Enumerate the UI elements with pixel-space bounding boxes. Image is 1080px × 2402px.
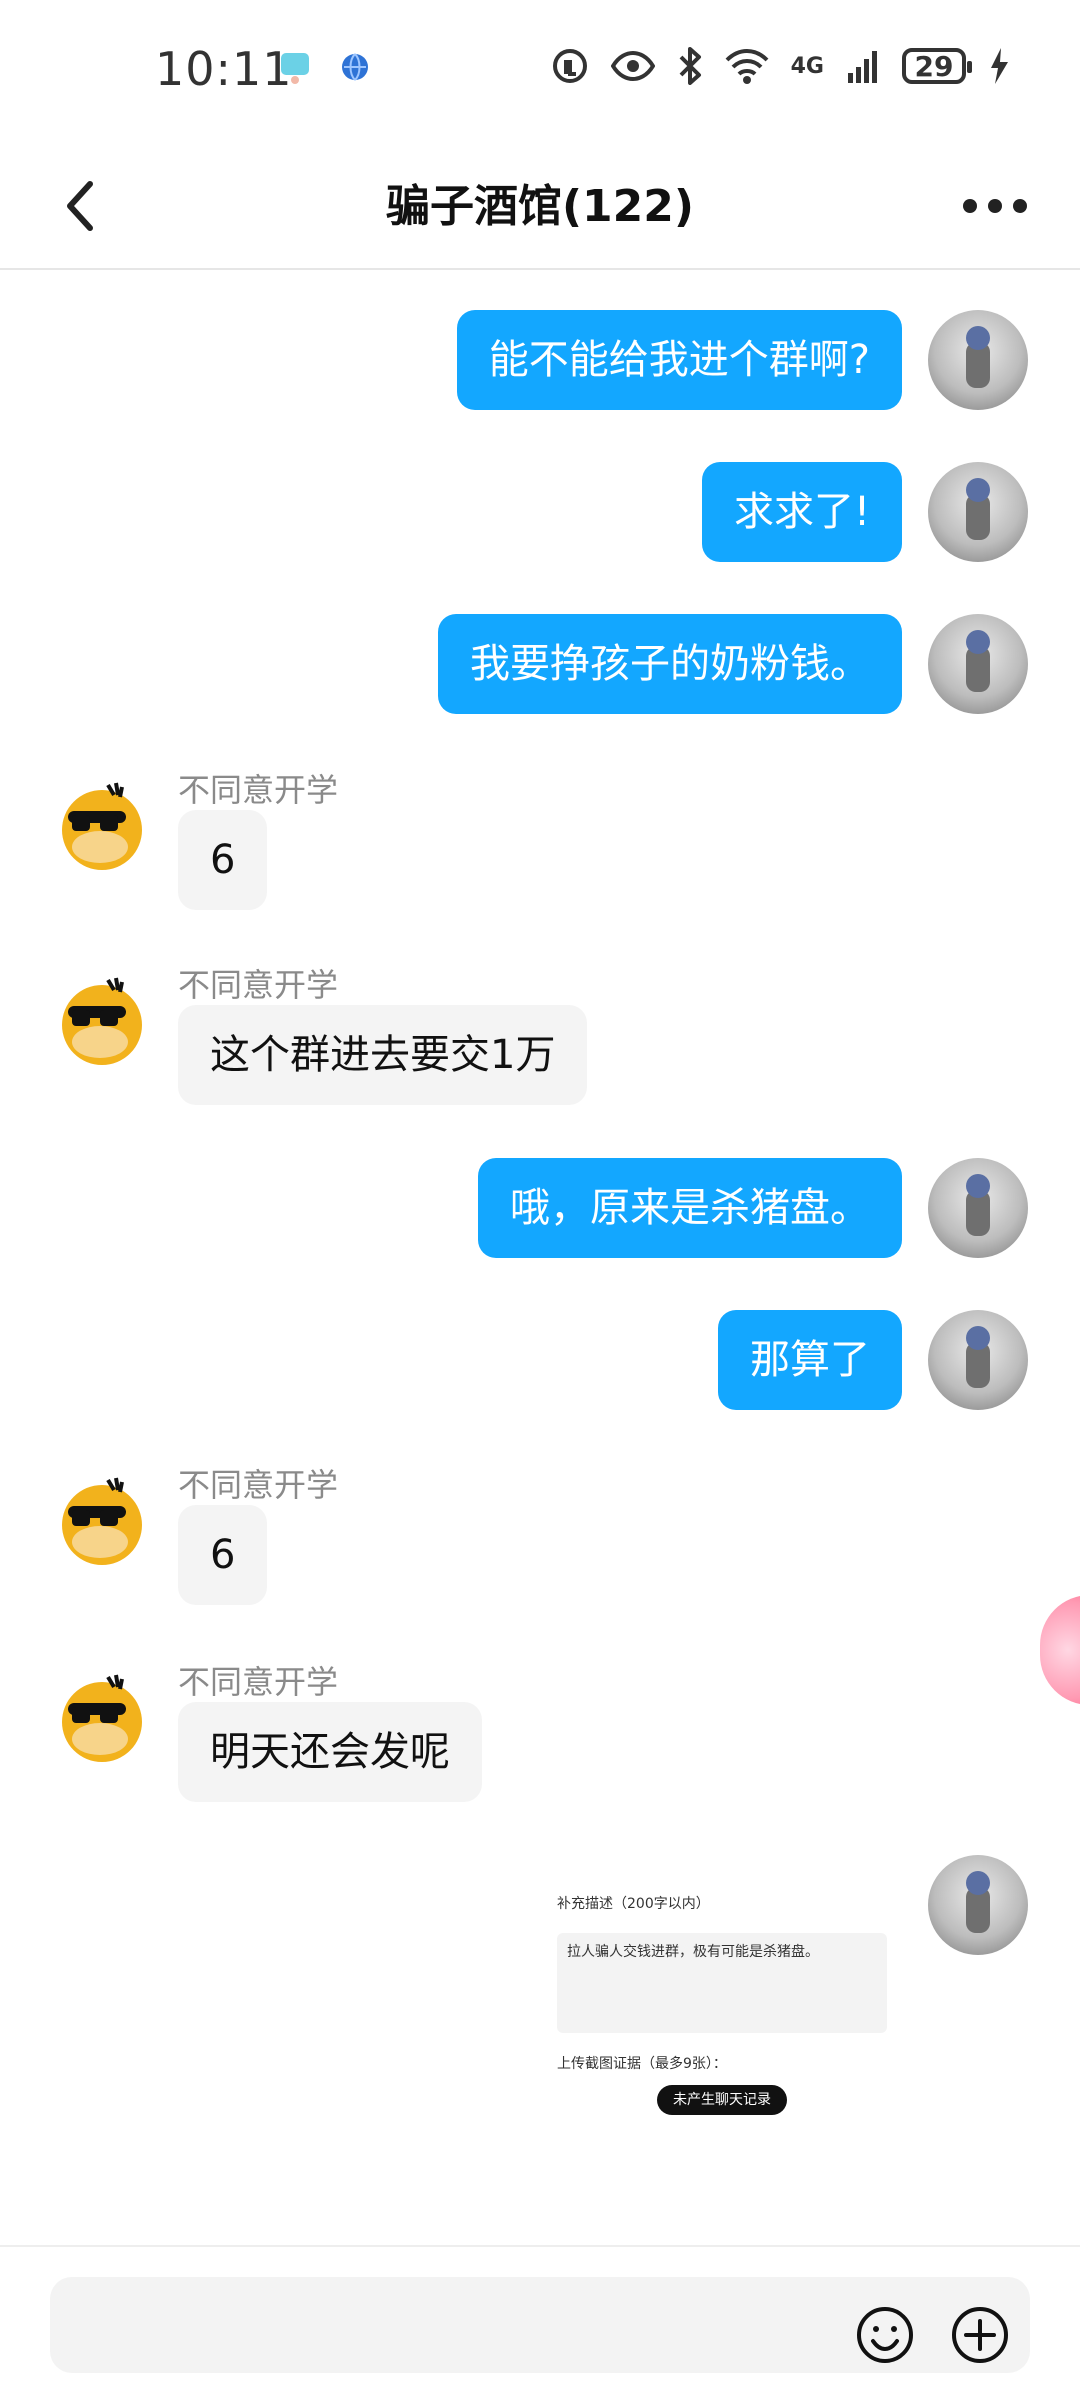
message-row: 我要挣孩子的奶粉钱。 bbox=[0, 614, 1080, 724]
message-bubble[interactable]: 求求了! bbox=[701, 462, 902, 562]
my-avatar[interactable] bbox=[928, 462, 1028, 562]
my-avatar[interactable] bbox=[928, 1158, 1028, 1258]
input-bar bbox=[0, 2245, 1080, 2402]
eye-icon bbox=[610, 50, 655, 82]
duck-avatar-icon bbox=[62, 782, 142, 870]
message-row: 那算了 bbox=[0, 1310, 1080, 1420]
image-text-line: 上传截图证据（最多9张）： bbox=[557, 2056, 727, 2072]
image-text-line: 补充描述（200字以内） bbox=[557, 1896, 710, 1912]
message-row: 不同意开学 6 bbox=[0, 1460, 1080, 1620]
figure-avatar-icon bbox=[966, 1174, 990, 1236]
duck-avatar-icon bbox=[62, 1477, 142, 1565]
plus-icon bbox=[952, 2307, 1008, 2363]
message-bubble[interactable]: 明天还会发呢 bbox=[178, 1702, 482, 1802]
status-bar: 10:11 4G 29 bbox=[0, 0, 1080, 140]
message-bubble[interactable]: 能不能给我进个群啊? bbox=[456, 310, 902, 410]
duck-avatar-icon bbox=[62, 977, 142, 1065]
figure-avatar-icon bbox=[966, 1326, 990, 1388]
charging-icon bbox=[991, 48, 1008, 84]
globe-icon bbox=[342, 53, 368, 81]
my-avatar[interactable] bbox=[928, 1855, 1028, 1955]
status-right-icons: 4G 29 bbox=[551, 46, 1010, 86]
data-saver-icon bbox=[552, 49, 587, 83]
my-avatar[interactable] bbox=[928, 310, 1028, 410]
status-left-icons bbox=[278, 50, 372, 84]
emoji-icon bbox=[857, 2307, 913, 2363]
signal-icon bbox=[848, 51, 877, 83]
message-row: 求求了! bbox=[0, 462, 1080, 572]
figure-avatar-icon bbox=[966, 326, 990, 388]
message-bubble[interactable]: 6 bbox=[178, 1505, 268, 1605]
chat-list[interactable]: 能不能给我进个群啊? 求求了! 我要挣孩子的奶粉钱。 不同意开学 6 不同意开学… bbox=[0, 270, 1080, 2245]
contact-avatar[interactable] bbox=[50, 970, 150, 1070]
more-icon bbox=[963, 199, 1027, 213]
image-pill: 未产生聊天记录 bbox=[657, 2085, 787, 2115]
message-bubble[interactable]: 6 bbox=[178, 810, 268, 910]
message-bubble[interactable]: 这个群进去要交1万 bbox=[178, 1005, 588, 1105]
battery-level: 29 bbox=[914, 49, 954, 83]
message-bubble[interactable]: 那算了 bbox=[718, 1310, 902, 1410]
my-avatar[interactable] bbox=[928, 614, 1028, 714]
image-text-line: 拉人骗人交钱进群，极有可能是杀猪盘。 bbox=[567, 1944, 819, 1960]
more-button[interactable] bbox=[950, 166, 1040, 246]
message-row: 不同意开学 这个群进去要交1万 bbox=[0, 960, 1080, 1120]
sender-name: 不同意开学 bbox=[178, 1663, 339, 1701]
figure-avatar-icon bbox=[966, 630, 990, 692]
app-icon bbox=[281, 53, 309, 84]
chat-header: 骗子酒馆(122) bbox=[0, 140, 1080, 270]
image-message-row: 补充描述（200字以内） 拉人骗人交钱进群，极有可能是杀猪盘。 上传截图证据（最… bbox=[0, 1855, 1080, 2185]
message-row: 能不能给我进个群啊? bbox=[0, 310, 1080, 420]
plus-button[interactable] bbox=[950, 2305, 1010, 2365]
battery-indicator: 29 bbox=[902, 48, 972, 84]
message-bubble[interactable]: 我要挣孩子的奶粉钱。 bbox=[438, 614, 902, 714]
figure-avatar-icon bbox=[966, 478, 990, 540]
bluetooth-icon bbox=[679, 47, 701, 85]
status-time: 10:11 bbox=[155, 42, 293, 96]
emoji-button[interactable] bbox=[855, 2305, 915, 2365]
contact-avatar[interactable] bbox=[50, 1667, 150, 1767]
message-row: 哦，原来是杀猪盘。 bbox=[0, 1158, 1080, 1268]
figure-avatar-icon bbox=[966, 1871, 990, 1933]
message-row: 不同意开学 明天还会发呢 bbox=[0, 1657, 1080, 1817]
my-avatar[interactable] bbox=[928, 1310, 1028, 1410]
contact-avatar[interactable] bbox=[50, 1470, 150, 1570]
sender-name: 不同意开学 bbox=[178, 1466, 339, 1504]
sender-name: 不同意开学 bbox=[178, 771, 339, 809]
wifi-icon bbox=[725, 49, 769, 84]
duck-avatar-icon bbox=[62, 1674, 142, 1762]
network-label: 4G bbox=[790, 53, 824, 79]
sender-name: 不同意开学 bbox=[178, 966, 339, 1004]
chat-title: 骗子酒馆(122) bbox=[385, 181, 695, 232]
image-textbox: 拉人骗人交钱进群，极有可能是杀猪盘。 bbox=[557, 1933, 887, 2033]
message-row: 不同意开学 6 bbox=[0, 765, 1080, 925]
screenshot-image[interactable]: 补充描述（200字以内） 拉人骗人交钱进群，极有可能是杀猪盘。 上传截图证据（最… bbox=[547, 1855, 902, 2157]
message-bubble[interactable]: 哦，原来是杀猪盘。 bbox=[478, 1158, 902, 1258]
contact-avatar[interactable] bbox=[50, 775, 150, 875]
